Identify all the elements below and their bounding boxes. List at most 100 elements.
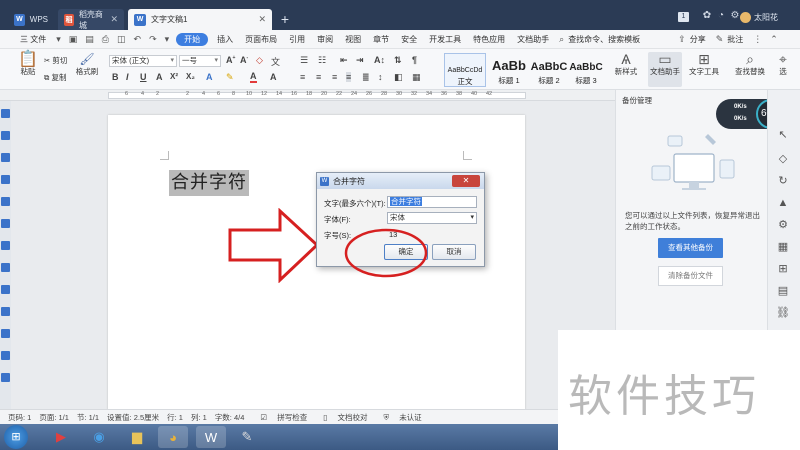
menu-view[interactable]: 视图 (339, 34, 367, 45)
dialog-close-button[interactable]: ✕ (452, 175, 480, 187)
media-player-icon[interactable]: ▶ (46, 426, 76, 448)
collapse-icon[interactable]: ⌃ (766, 34, 782, 45)
line-spacing-icon[interactable]: ↕ (378, 72, 383, 82)
font-color-icon[interactable]: A (250, 72, 257, 83)
char-border-icon[interactable]: A (270, 72, 277, 82)
open-folder-icon[interactable]: ▤ (81, 34, 98, 45)
shapes-icon[interactable]: ◇ (776, 152, 790, 166)
menu-home[interactable]: 开始 (176, 32, 209, 46)
app-shortcut-icon[interactable] (1, 131, 10, 140)
format-painter-button[interactable]: 🖌 格式刷 (74, 53, 100, 77)
align-center-icon[interactable]: ≡ (316, 72, 321, 82)
wps-taskbar-icon[interactable]: W (196, 426, 226, 448)
bullet-list-icon[interactable]: ☰ (300, 55, 308, 66)
app-shortcut-icon[interactable] (1, 175, 10, 184)
text-effect-icon[interactable]: A (206, 72, 213, 82)
refresh-icon[interactable]: ↻ (776, 174, 790, 188)
selected-text[interactable]: 合并字符 (169, 170, 249, 196)
chrome-icon[interactable]: ◕ (158, 426, 188, 448)
show-marks-icon[interactable]: ¶ (412, 55, 417, 65)
grid-icon[interactable]: ▦ (776, 240, 790, 254)
command-search[interactable]: 查找命令、搜索模板 (568, 34, 646, 45)
comment-button[interactable]: 批注 (727, 34, 749, 45)
comment-icon[interactable]: ✎ (712, 34, 728, 45)
bell-icon[interactable]: ◔ (714, 10, 728, 21)
spell-check-button[interactable]: ☑ 拼写检查 (252, 412, 307, 423)
increase-indent-icon[interactable]: ⇥ (356, 55, 364, 66)
redo-icon[interactable]: ↷ (145, 34, 161, 45)
link-icon[interactable]: ⛓ (776, 306, 790, 320)
font-select[interactable]: 宋体 ▾ (387, 212, 477, 224)
app-shortcut-icon[interactable] (1, 109, 10, 118)
user-account[interactable]: 太阳花 (740, 12, 778, 23)
menu-insert[interactable]: 插入 (211, 34, 239, 45)
copy-button[interactable]: ⧉ 复制 (44, 72, 66, 83)
menu-page-layout[interactable]: 页面布局 (239, 34, 283, 45)
style-heading-3[interactable]: AaBbC 标题 3 (568, 53, 604, 87)
numbered-list-icon[interactable]: ☷ (318, 55, 326, 66)
menu-file[interactable]: 三 文件 (14, 34, 52, 45)
close-icon[interactable]: ✕ (110, 14, 118, 25)
share-icon[interactable]: ⇪ (674, 34, 690, 45)
cut-button[interactable]: ✂ 剪切 (44, 55, 67, 66)
borders-icon[interactable]: ▦ (412, 72, 421, 83)
print-icon[interactable]: ⎙ (98, 34, 113, 45)
combine-text-input[interactable]: 合并字符 (387, 196, 477, 208)
clear-format-icon[interactable]: ◇ (256, 55, 263, 66)
italic-button[interactable]: I (126, 72, 129, 82)
pointer-icon[interactable]: ↖ (776, 128, 790, 142)
menu-security[interactable]: 安全 (395, 34, 423, 45)
grow-font-icon[interactable]: A+ (226, 55, 235, 65)
clear-backup-button[interactable]: 清除备份文件 (658, 266, 723, 286)
subscript-icon[interactable]: X₂ (186, 72, 195, 81)
underline-button[interactable]: U (140, 72, 147, 82)
view-other-backups-button[interactable]: 查看其他备份 (658, 238, 723, 258)
justify-icon[interactable]: ≡ (346, 72, 352, 82)
select-button[interactable]: ⌖ 选 (772, 52, 794, 77)
text-tools-button[interactable]: ⊞ 文字工具 (686, 52, 722, 77)
app-shortcut-icon[interactable] (1, 373, 10, 382)
font-name-select[interactable]: 宋体 (正文) (109, 55, 177, 67)
clipboard-list-icon[interactable]: ▤ (776, 284, 790, 298)
menu-developer[interactable]: 开发工具 (423, 34, 467, 45)
certification-status[interactable]: ⛨ 未认证 (375, 412, 421, 423)
tab-wps[interactable]: W WPS (8, 9, 54, 30)
tab-docer-store[interactable]: 稻 稻壳商城 ✕ (58, 9, 124, 30)
skin-icon[interactable]: ✿ (700, 10, 714, 21)
menu-references[interactable]: 引用 (283, 34, 311, 45)
phonetic-icon[interactable]: 文 (271, 55, 280, 68)
more-icon[interactable]: ⋮ (749, 34, 766, 45)
settings-sliders-icon[interactable]: ⚙ (776, 218, 790, 232)
style-heading-2[interactable]: AaBbC 标题 2 (530, 53, 568, 87)
print-preview-icon[interactable]: ◫ (113, 34, 130, 45)
app-shortcut-icon[interactable] (1, 307, 10, 316)
distributed-icon[interactable]: ≣ (362, 72, 370, 83)
find-replace-button[interactable]: ⌕ 查找替换 (732, 52, 768, 77)
paint-app-icon[interactable]: ✎ (232, 426, 262, 448)
app-shortcut-icon[interactable] (1, 285, 10, 294)
app-shortcut-icon[interactable] (1, 219, 10, 228)
style-heading-1[interactable]: AaBb 标题 1 (488, 53, 530, 87)
menu-features[interactable]: 特色应用 (467, 34, 511, 45)
app-shortcut-icon[interactable] (1, 263, 10, 272)
doc-assistant-button[interactable]: ▭ 文档助手 (648, 52, 682, 87)
chevron-down-icon[interactable]: ▾ (52, 34, 65, 45)
proofread-button[interactable]: ▯ 文档校对 (315, 412, 367, 423)
highlight-icon[interactable]: ✎ (226, 72, 234, 83)
menu-chapter[interactable]: 章节 (367, 34, 395, 45)
app-shortcut-icon[interactable] (1, 153, 10, 162)
superscript-icon[interactable]: X² (170, 72, 178, 81)
tab-document[interactable]: W 文字文稿1 ✕ (128, 9, 272, 30)
chinese-layout-icon[interactable]: A↕ (374, 55, 385, 65)
notification-badge[interactable]: 1 (678, 12, 689, 22)
align-right-icon[interactable]: ≡ (332, 72, 337, 82)
new-style-button[interactable]: Ѧ 新样式 (612, 52, 640, 77)
close-icon[interactable]: ✕ (258, 14, 266, 25)
file-explorer-icon[interactable]: ▆ (122, 426, 152, 448)
horizontal-ruler[interactable]: 6 4 2 2 4 6 8 10 12 14 16 18 20 22 24 26… (0, 90, 615, 101)
paste-button[interactable]: 📋 粘贴 (16, 52, 40, 77)
undo-icon[interactable]: ↶ (130, 34, 146, 45)
menu-review[interactable]: 审阅 (311, 34, 339, 45)
search-icon[interactable]: ⌕ (555, 34, 568, 45)
shading-icon[interactable]: ◧ (394, 72, 403, 83)
